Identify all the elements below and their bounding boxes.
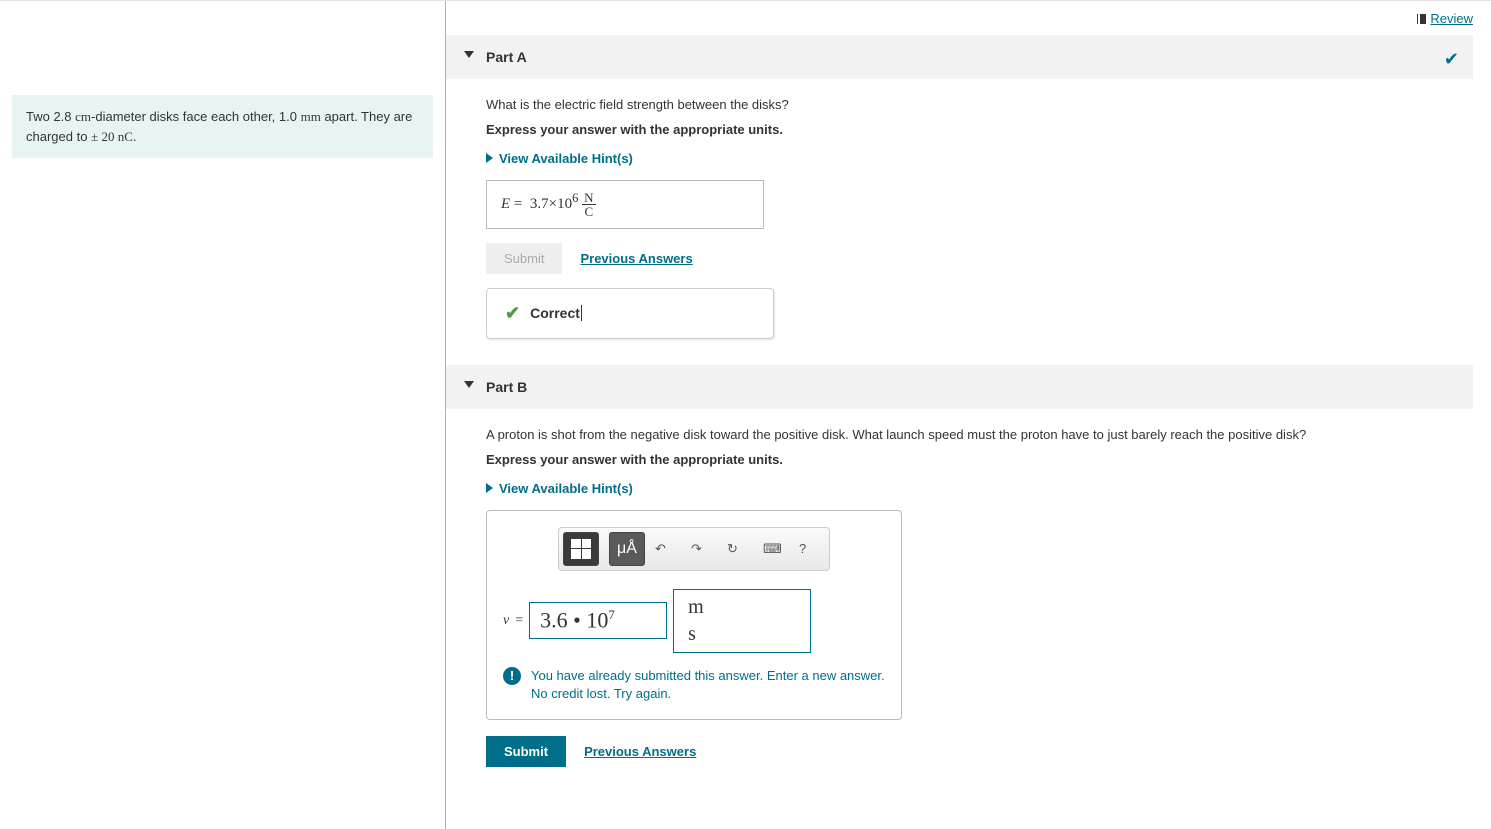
- submit-button: Submit: [486, 243, 562, 274]
- answer-variable: E: [501, 196, 510, 212]
- part-a-body: What is the electric field strength betw…: [446, 79, 1473, 357]
- feedback-warning: ! You have already submitted this answer…: [503, 667, 885, 703]
- unit-fraction: m s: [684, 596, 708, 646]
- hints-toggle[interactable]: View Available Hint(s): [486, 151, 633, 166]
- equation-toolbar: μÅ ↶ ↷ ↻ ⌨ ?: [558, 527, 830, 571]
- info-icon: !: [503, 667, 521, 685]
- problem-pane: Two 2.8 cm-diameter disks face each othe…: [0, 1, 446, 829]
- caret-down-icon: [464, 381, 474, 388]
- hints-toggle[interactable]: View Available Hint(s): [486, 481, 633, 496]
- previous-answers-link[interactable]: Previous Answers: [584, 744, 696, 759]
- unit-mm: mm: [301, 109, 321, 124]
- undo-button[interactable]: ↶: [655, 541, 681, 557]
- warning-text: You have already submitted this answer. …: [531, 667, 885, 703]
- part-b-title: Part B: [486, 379, 527, 395]
- period: .: [133, 129, 137, 144]
- answer-pane: Review Part A ✔ What is the electric fie…: [446, 1, 1491, 829]
- hints-label: View Available Hint(s): [499, 481, 633, 496]
- value-base: 3.6 • 10: [540, 608, 608, 633]
- unit-numerator: m: [684, 596, 708, 621]
- feedback-text: Correct: [530, 305, 582, 321]
- units-button[interactable]: μÅ: [609, 532, 645, 566]
- redo-button[interactable]: ↷: [691, 541, 717, 557]
- review-label: Review: [1430, 11, 1473, 26]
- reset-button[interactable]: ↻: [727, 541, 753, 557]
- equals: =: [510, 196, 526, 212]
- problem-text: Two 2.8: [26, 109, 75, 124]
- hints-label: View Available Hint(s): [499, 151, 633, 166]
- answer-value: 3.7×10: [530, 196, 572, 212]
- unit-input[interactable]: m s: [673, 589, 811, 653]
- part-b-body: A proton is shot from the negative disk …: [446, 409, 1473, 799]
- equals: =: [515, 613, 523, 629]
- warning-line-2: No credit lost. Try again.: [531, 685, 885, 703]
- keyboard-button[interactable]: ⌨: [763, 541, 789, 557]
- part-a-instruction: Express your answer with the appropriate…: [486, 122, 1459, 137]
- answer-input-row: v = 3.6 • 107 m s: [503, 589, 885, 653]
- problem-statement: Two 2.8 cm-diameter disks face each othe…: [12, 95, 433, 158]
- caret-right-icon: [486, 483, 493, 493]
- previous-answers-link[interactable]: Previous Answers: [580, 251, 692, 266]
- review-bar: Review: [446, 1, 1473, 27]
- value-exponent: 7: [608, 607, 615, 622]
- part-a-header[interactable]: Part A ✔: [446, 35, 1473, 79]
- caret-down-icon: [464, 51, 474, 58]
- review-link[interactable]: Review: [1412, 11, 1473, 26]
- warning-line-1: You have already submitted this answer. …: [531, 667, 885, 685]
- units-label: μÅ: [617, 540, 637, 558]
- help-button[interactable]: ?: [799, 541, 825, 556]
- check-icon: ✔: [1444, 49, 1459, 70]
- unit-numerator: N: [582, 191, 595, 205]
- value-input[interactable]: 3.6 • 107: [529, 602, 667, 638]
- part-a-title: Part A: [486, 49, 527, 65]
- check-icon: ✔: [505, 303, 520, 324]
- charge-value: 20: [98, 129, 118, 144]
- problem-text: -diameter disks face each other, 1.0: [91, 109, 301, 124]
- charge-unit: nC: [118, 129, 133, 144]
- submit-button[interactable]: Submit: [486, 736, 566, 767]
- feedback-correct: ✔ Correct: [486, 288, 774, 339]
- answer-variable: v: [503, 613, 509, 629]
- part-b-question: A proton is shot from the negative disk …: [486, 427, 1459, 442]
- caret-right-icon: [486, 153, 493, 163]
- answer-unit-fraction: NC: [582, 191, 595, 218]
- part-b-header[interactable]: Part B: [446, 365, 1473, 409]
- part-a-question: What is the electric field strength betw…: [486, 97, 1459, 112]
- unit-cm: cm: [75, 109, 91, 124]
- part-a-answer-display: E = 3.7×106 NC: [486, 180, 764, 229]
- part-b-instruction: Express your answer with the appropriate…: [486, 452, 1459, 467]
- answer-input-widget: μÅ ↶ ↷ ↻ ⌨ ? v = 3.6 • 107: [486, 510, 902, 720]
- templates-icon: [571, 539, 591, 559]
- templates-button[interactable]: [563, 532, 599, 566]
- answer-exponent: 6: [572, 191, 578, 205]
- unit-denominator: s: [684, 621, 708, 646]
- unit-denominator: C: [582, 205, 595, 218]
